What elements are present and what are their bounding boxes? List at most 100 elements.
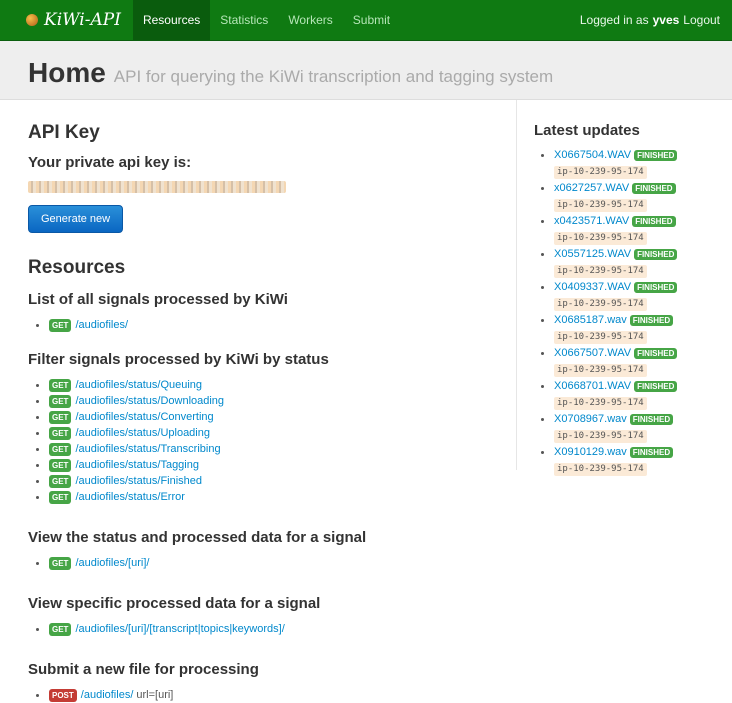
http-method-badge: GET xyxy=(49,622,72,636)
endpoint-item: GET/audiofiles/status/Converting xyxy=(28,409,498,425)
updates-list: X0667504.WAV FINISHED ip-10-239-95-174 x062… xyxy=(541,148,732,476)
kiwi-logo-icon xyxy=(26,14,38,26)
update-file-link[interactable]: X0668701.WAV xyxy=(554,380,631,392)
endpoint-link[interactable]: /audiofiles/status/Tagging xyxy=(75,459,199,471)
section-title: Filter signals processed by KiWi by stat… xyxy=(28,351,329,368)
update-item: X0409337.WAV FINISHED ip-10-239-95-174 xyxy=(541,280,732,311)
nav-tab-workers[interactable]: Workers xyxy=(278,0,342,40)
nav-tabs: Resources Statistics Workers Submit xyxy=(132,0,400,40)
http-method-badge: GET xyxy=(49,426,72,440)
user-status: Logged in as yves Logout xyxy=(580,0,720,40)
endpoint-item: GET/audiofiles/[uri]/[transcript|topics|… xyxy=(28,621,498,637)
status-badge: FINISHED xyxy=(632,215,676,227)
endpoint-item: GET/audiofiles/status/Transcribing xyxy=(28,441,498,457)
update-file-link[interactable]: X0557125.WAV xyxy=(554,248,631,260)
update-line: x0627257.WAV FINISHED xyxy=(541,181,732,195)
update-file-link[interactable]: X0667507.WAV xyxy=(554,347,631,359)
endpoint-link[interactable]: /audiofiles/status/Converting xyxy=(75,411,213,423)
endpoint-list: GET/audiofiles/[uri]/ xyxy=(28,555,498,571)
http-method-badge: GET xyxy=(49,378,72,392)
update-line: X0667507.WAV FINISHED xyxy=(541,346,732,360)
update-file-link[interactable]: x0423571.WAV xyxy=(554,215,629,227)
endpoint-link[interactable]: /audiofiles/status/Uploading xyxy=(75,427,210,439)
worker-host: ip-10-239-95-174 xyxy=(554,265,647,278)
nav-tab-submit[interactable]: Submit xyxy=(343,0,400,40)
endpoint-item: GET/audiofiles/status/Queuing xyxy=(28,377,498,393)
endpoint-link[interactable]: /audiofiles/status/Finished xyxy=(75,475,202,487)
endpoint-item: POST/audiofiles/url=[uri] xyxy=(28,687,498,703)
bullet-icon xyxy=(36,479,39,483)
page-title: Home xyxy=(28,57,106,88)
logout-link[interactable]: Logout xyxy=(683,13,720,27)
status-badge: FINISHED xyxy=(634,248,678,260)
bullet-icon xyxy=(36,447,39,451)
endpoint-link[interactable]: /audiofiles/ xyxy=(81,689,134,701)
status-badge: FINISHED xyxy=(629,314,674,326)
http-method-badge: GET xyxy=(49,490,72,504)
bullet-icon xyxy=(36,561,39,565)
endpoint-item: GET/audiofiles/status/Error xyxy=(28,489,498,505)
http-method-badge: GET xyxy=(49,442,72,456)
update-line: x0423571.WAV FINISHED xyxy=(541,214,732,228)
endpoint-item: GET/audiofiles/status/Finished xyxy=(28,473,498,489)
sidebar: Latest updates X0667504.WAV FINISHED ip-10… xyxy=(516,100,732,476)
brand-link[interactable]: KiWi-API xyxy=(26,10,121,30)
update-item: X0667504.WAV FINISHED ip-10-239-95-174 xyxy=(541,148,732,179)
worker-host: ip-10-239-95-174 xyxy=(554,166,647,179)
bullet-icon xyxy=(541,351,544,355)
bullet-icon xyxy=(36,431,39,435)
update-item: X0708967.wav FINISHED ip-10-239-95-174 xyxy=(541,412,732,443)
bullet-icon xyxy=(541,186,544,190)
update-file-link[interactable]: X0685187.wav xyxy=(554,314,627,326)
endpoint-list: POST/audiofiles/url=[uri] xyxy=(28,687,498,703)
http-method-badge: GET xyxy=(49,394,72,408)
nav-tab-resources[interactable]: Resources xyxy=(132,0,211,40)
endpoint-link[interactable]: /audiofiles/ xyxy=(75,319,128,331)
endpoint-link[interactable]: /audiofiles/[uri]/ xyxy=(75,557,149,569)
section-title: View the status and processed data for a… xyxy=(28,529,367,546)
redacted-api-key xyxy=(28,181,286,193)
endpoint-list: GET/audiofiles/status/Queuing GET/audiofi… xyxy=(28,377,498,505)
endpoint-link[interactable]: /audiofiles/status/Downloading xyxy=(75,395,224,407)
section-title: View specific processed data for a signa… xyxy=(28,595,321,612)
generate-new-button[interactable]: Generate new xyxy=(28,205,124,233)
endpoint-param: url=[uri] xyxy=(136,689,174,701)
logged-in-label: Logged in as xyxy=(579,13,649,27)
update-line: X0685187.wav FINISHED xyxy=(541,313,732,327)
resources-heading: Resources xyxy=(28,257,126,278)
update-line: X0668701.WAV FINISHED xyxy=(541,379,732,393)
bullet-icon xyxy=(36,399,39,403)
endpoint-link[interactable]: /audiofiles/status/Queuing xyxy=(75,379,202,391)
bullet-icon xyxy=(541,153,544,157)
nav-tab-statistics[interactable]: Statistics xyxy=(210,0,278,40)
endpoint-list: GET/audiofiles/[uri]/[transcript|topics|… xyxy=(28,621,498,637)
http-method-badge: GET xyxy=(49,458,72,472)
status-badge: FINISHED xyxy=(629,413,674,425)
endpoint-item: GET/audiofiles/status/Downloading xyxy=(28,393,498,409)
endpoint-link[interactable]: /audiofiles/status/Transcribing xyxy=(75,443,220,455)
section-title: Submit a new file for processing xyxy=(28,661,259,678)
update-item: X0910129.wav FINISHED ip-10-239-95-174 xyxy=(541,445,732,476)
status-badge: FINISHED xyxy=(634,149,678,161)
update-file-link[interactable]: x0627257.WAV xyxy=(554,182,629,194)
endpoint-link[interactable]: /audiofiles/[uri]/[transcript|topics|key… xyxy=(75,623,284,635)
update-file-link[interactable]: X0667504.WAV xyxy=(554,149,631,161)
update-file-link[interactable]: X0409337.WAV xyxy=(554,281,631,293)
update-item: x0423571.WAV FINISHED ip-10-239-95-174 xyxy=(541,214,732,245)
update-line: X0910129.wav FINISHED xyxy=(541,445,732,459)
bullet-icon xyxy=(36,627,39,631)
bullet-icon xyxy=(541,219,544,223)
bullet-icon xyxy=(541,252,544,256)
update-line: X0409337.WAV FINISHED xyxy=(541,280,732,294)
update-file-link[interactable]: X0708967.wav xyxy=(554,413,627,425)
status-badge: FINISHED xyxy=(634,347,678,359)
status-badge: FINISHED xyxy=(632,182,676,194)
bullet-icon xyxy=(36,693,39,697)
bullet-icon xyxy=(36,463,39,467)
http-method-badge: POST xyxy=(49,688,77,702)
resource-sections: List of all signals processed by KiWi GET… xyxy=(28,291,498,703)
update-file-link[interactable]: X0910129.wav xyxy=(554,446,627,458)
navbar: KiWi-API Resources Statistics Workers Su… xyxy=(0,0,732,41)
endpoint-link[interactable]: /audiofiles/status/Error xyxy=(75,491,184,503)
update-item: X0557125.WAV FINISHED ip-10-239-95-174 xyxy=(541,247,732,278)
